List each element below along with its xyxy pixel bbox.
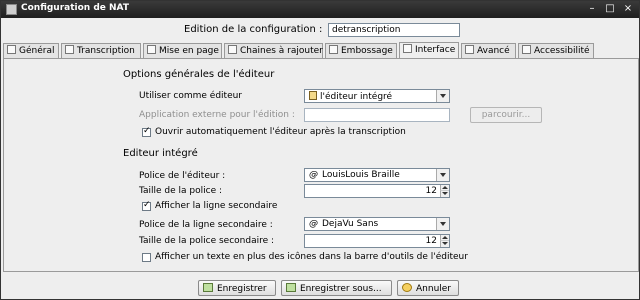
editor-font-label: Police de l'éditeur : — [139, 171, 226, 181]
secondary-font-label: Police de la ligne secondaire : — [139, 220, 273, 230]
tab-avance[interactable]: Avancé — [461, 43, 516, 58]
config-window: Configuration de NAT – □ × Edition de la… — [0, 0, 640, 300]
font-icon: @ — [309, 170, 318, 180]
minimize-icon[interactable]: – — [586, 3, 598, 15]
interface-panel: Options générales de l'éditeur Utiliser … — [3, 58, 639, 272]
cancel-button[interactable]: Annuler — [397, 280, 459, 296]
show-secondary-checkbox[interactable] — [142, 200, 151, 211]
title-bar[interactable]: Configuration de NAT – □ × — [1, 1, 639, 18]
page-layout-icon — [147, 45, 156, 54]
font-icon: @ — [309, 219, 318, 229]
spinner-down-icon[interactable] — [440, 241, 449, 247]
font-size-label: Taille de la police : — [139, 186, 223, 196]
tab-interface[interactable]: Interface — [399, 42, 459, 59]
undo-icon — [402, 283, 412, 292]
use-editor-label: Utiliser comme éditeur — [139, 91, 243, 101]
secondary-size-label: Taille de la police secondaire : — [139, 236, 275, 246]
save-button[interactable]: Enregistrer — [198, 280, 276, 296]
toolbar-text-label: Afficher un texte en plus des icônes dan… — [155, 252, 468, 262]
auto-open-checkbox[interactable] — [142, 126, 151, 137]
browse-button[interactable]: parcourir... — [470, 107, 542, 123]
editor-icon — [309, 91, 317, 100]
external-app-label: Application externe pour l'édition : — [139, 110, 295, 120]
close-icon[interactable]: × — [622, 3, 634, 15]
secondary-size-spinner[interactable]: 12 — [304, 234, 450, 248]
spinner-down-icon[interactable] — [440, 191, 449, 197]
window-title: Configuration de NAT — [21, 3, 129, 13]
tab-embossage[interactable]: Embossage — [325, 43, 397, 58]
font-size-spinner[interactable]: 12 — [304, 184, 450, 198]
external-app-input[interactable] — [304, 108, 450, 122]
advanced-icon — [465, 45, 474, 54]
maximize-icon[interactable]: □ — [604, 3, 616, 15]
tab-mise-en-page[interactable]: Mise en page — [143, 43, 222, 58]
save-as-icon — [286, 283, 296, 292]
tab-chaines[interactable]: Chaines à rajouter — [224, 43, 323, 58]
auto-open-label: Ouvrir automatiquement l'éditeur après l… — [155, 127, 406, 137]
show-secondary-label: Afficher la ligne secondaire — [155, 201, 278, 211]
tab-general[interactable]: Général — [3, 43, 59, 58]
config-name-input[interactable]: detranscription — [328, 23, 460, 37]
chevron-down-icon[interactable] — [436, 218, 449, 230]
strings-icon — [228, 45, 237, 54]
config-label: Edition de la configuration : — [184, 24, 323, 35]
editor-options-title: Options générales de l'éditeur — [123, 69, 275, 80]
tab-bar: Général Transcription Mise en page Chain… — [3, 42, 639, 59]
config-row: Edition de la configuration : detranscri… — [1, 22, 640, 38]
editor-font-select[interactable]: @ LouisLouis Braille — [304, 168, 450, 182]
interface-icon — [403, 44, 412, 53]
save-icon — [203, 283, 213, 292]
app-icon — [6, 4, 17, 15]
secondary-font-select[interactable]: @ DejaVu Sans — [304, 217, 450, 231]
embossing-icon — [329, 45, 338, 54]
integrated-editor-title: Editeur intégré — [123, 148, 198, 159]
transcription-icon — [65, 45, 74, 54]
accessibility-icon — [522, 45, 531, 54]
toolbar-text-checkbox[interactable] — [142, 253, 151, 262]
general-icon — [7, 45, 16, 54]
editor-select[interactable]: l'éditeur intégré — [304, 89, 450, 103]
chevron-down-icon[interactable] — [436, 90, 449, 102]
tab-accessibilite[interactable]: Accessibilité — [518, 43, 594, 58]
chevron-down-icon[interactable] — [436, 169, 449, 181]
save-as-button[interactable]: Enregistrer sous... — [281, 280, 392, 296]
tab-transcription[interactable]: Transcription — [61, 43, 141, 58]
